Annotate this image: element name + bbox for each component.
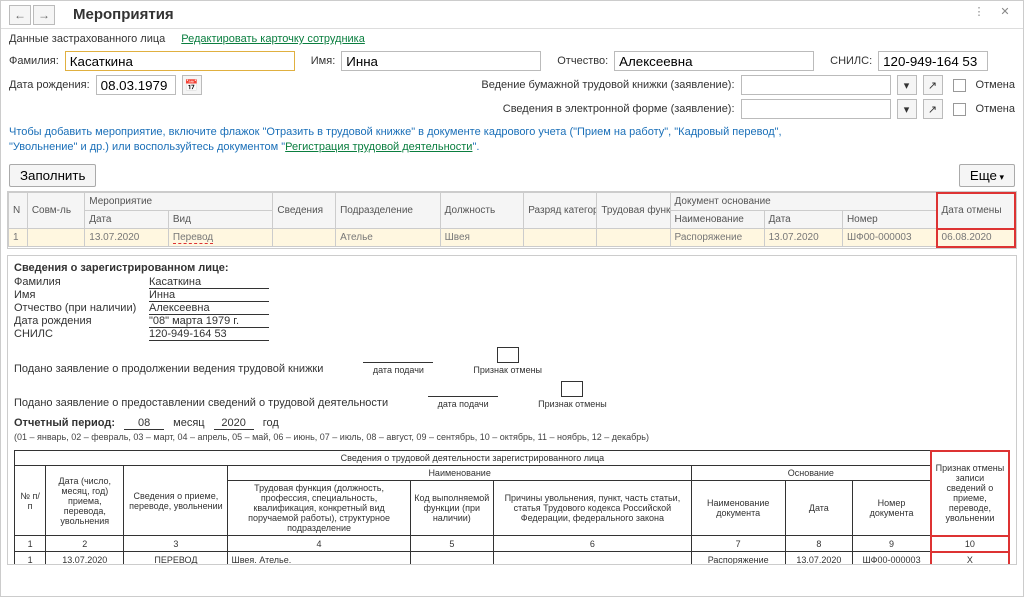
table-row[interactable]: 1 13.07.2020 Перевод Ателье Швея Распоря… <box>9 229 1016 247</box>
lastname-label: Фамилия: <box>9 55 59 67</box>
edit-employee-link[interactable]: Редактировать карточку сотрудника <box>181 33 365 45</box>
cancel-date-header: Дата отмены <box>937 193 1015 229</box>
electronic-input[interactable] <box>741 99 891 119</box>
dob-label: Дата рождения: <box>9 79 90 91</box>
calendar-icon[interactable]: 📅 <box>182 75 202 95</box>
lastname-input[interactable] <box>65 51 295 71</box>
events-grid[interactable]: N Совм-ль Мероприятие Сведения Подраздел… <box>7 191 1017 249</box>
electronic-label: Сведения в электронной форме (заявление)… <box>503 103 735 115</box>
snils-label: СНИЛС: <box>830 55 872 67</box>
patronymic-input[interactable] <box>614 51 814 71</box>
firstname-label: Имя: <box>311 55 335 67</box>
menu-icon[interactable]: ⋮ <box>969 5 989 25</box>
report-table: Сведения о трудовой деятельности зарегис… <box>14 450 1010 565</box>
electronic-cancel-checkbox[interactable] <box>953 103 966 116</box>
paper-dropdown-icon[interactable]: ▾ <box>897 75 917 95</box>
electronic-cancel-label: Отмена <box>976 103 1015 115</box>
close-icon[interactable]: ✕ <box>995 5 1015 25</box>
electronic-dropdown-icon[interactable]: ▾ <box>897 99 917 119</box>
report-cancel-header: Признак отмены записи сведений о приеме,… <box>931 451 1009 536</box>
electronic-open-icon[interactable]: ↗ <box>923 99 943 119</box>
back-button[interactable]: ← <box>9 5 31 25</box>
report-cancel-cell: X <box>931 552 1009 565</box>
forward-button[interactable]: → <box>33 5 55 25</box>
insured-label: Данные застрахованного лица <box>9 33 165 45</box>
more-button[interactable]: Еще <box>959 164 1015 187</box>
report-row: 113.07.2020ПЕРЕВОД Швея. Ателье. Распоря… <box>15 552 1010 565</box>
paper-open-icon[interactable]: ↗ <box>923 75 943 95</box>
page-title: Мероприятия <box>73 6 963 23</box>
snils-input[interactable] <box>878 51 988 71</box>
paper-label: Ведение бумажной трудовой книжки (заявле… <box>481 79 734 91</box>
paper-cancel-label: Отмена <box>976 79 1015 91</box>
dob-input[interactable] <box>96 75 176 95</box>
paper-input[interactable] <box>741 75 891 95</box>
details-panel: Сведения о зарегистрированном лице: Фами… <box>7 255 1017 565</box>
patronymic-label: Отчество: <box>557 55 608 67</box>
register-activity-link[interactable]: Регистрация трудовой деятельности <box>285 141 472 153</box>
firstname-input[interactable] <box>341 51 541 71</box>
paper-cancel-checkbox[interactable] <box>953 79 966 92</box>
fill-button[interactable]: Заполнить <box>9 164 96 187</box>
hint-text: Чтобы добавить мероприятие, включите фла… <box>1 121 1023 160</box>
cancel-date-cell: 06.08.2020 <box>937 229 1015 247</box>
